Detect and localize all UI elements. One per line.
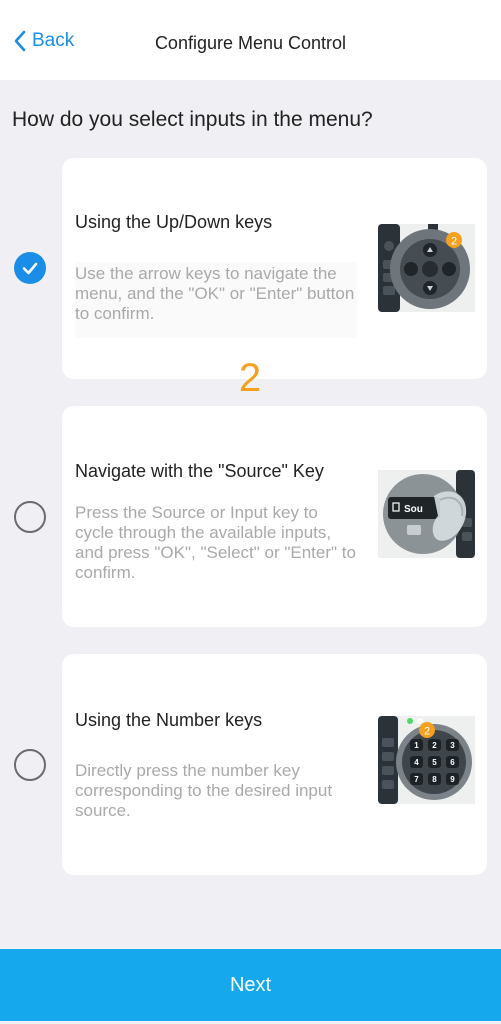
option-2-description: Press the Source or Input key to cycle t…: [75, 503, 356, 582]
question-text: How do you select inputs in the menu?: [12, 108, 373, 131]
checkmark-icon: [22, 262, 38, 275]
option-card-up-down-keys[interactable]: Using the Up/Down keys Use the arrow key…: [62, 158, 487, 379]
remote-number-keys-icon: 1 2 3 4 5 6 7 8 9 2: [378, 716, 475, 804]
option-3-title: Using the Number keys: [75, 710, 263, 730]
option-2-title: Navigate with the "Source" Key: [75, 461, 324, 481]
number-key-5: 5: [432, 758, 437, 767]
option-1-title: Using the Up/Down keys: [75, 212, 273, 232]
remote-source-key-icon: Sou: [378, 470, 475, 558]
option-2-radio[interactable]: [14, 501, 46, 533]
number-key-7: 7: [414, 775, 419, 784]
option-3-description: Directly press the number key correspond…: [75, 761, 333, 820]
option-card-source-key[interactable]: Navigate with the "Source" Key Press the…: [62, 406, 487, 627]
option-1-description: Use the arrow keys to navigate the menu,…: [75, 262, 357, 338]
option-1-radio-selected[interactable]: [14, 252, 46, 284]
number-key-9: 9: [450, 775, 455, 784]
page-title: Configure Menu Control: [154, 33, 347, 53]
option-1-badge: 2: [451, 236, 457, 248]
option-3-badge: 2: [424, 726, 430, 738]
option-card-number-keys[interactable]: Using the Number keys Directly press the…: [62, 654, 487, 875]
number-key-1: 1: [414, 741, 419, 750]
number-key-6: 6: [450, 758, 455, 767]
number-key-4: 4: [414, 758, 419, 767]
step-number: 2: [238, 356, 262, 400]
number-key-2: 2: [432, 741, 437, 750]
next-button[interactable]: Next: [0, 949, 501, 1021]
remote-arrow-keys-icon: 2: [378, 224, 475, 312]
header-bar: Back Configure Menu Control: [0, 0, 501, 80]
source-key-label: Sou: [404, 504, 423, 515]
option-3-radio[interactable]: [14, 749, 46, 781]
number-key-8: 8: [432, 775, 437, 784]
number-key-3: 3: [450, 741, 455, 750]
